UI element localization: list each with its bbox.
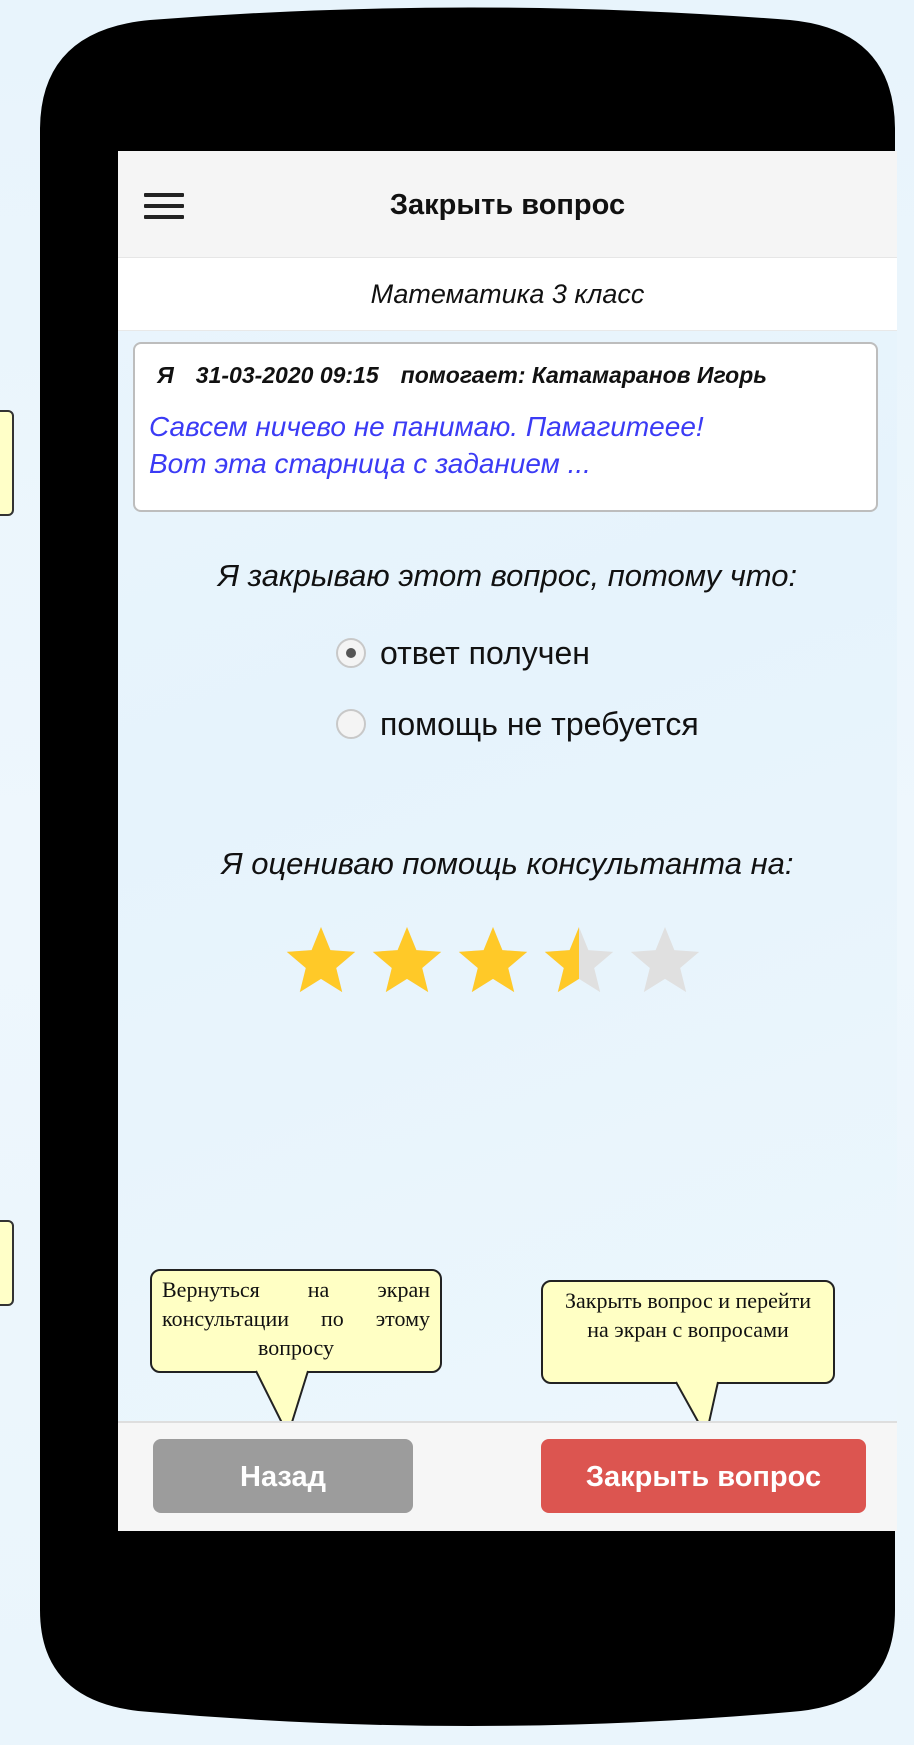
- radio-option-help-not-needed[interactable]: помощь не требуется: [336, 704, 699, 744]
- question-helper: помогает: Катамаранов Игорь: [400, 362, 767, 388]
- annotation-back-text: Вернуться на экран консультации по этому…: [150, 1269, 442, 1373]
- close-question-button[interactable]: Закрыть вопрос: [541, 1439, 866, 1513]
- annotation-fragment-top: [0, 410, 14, 516]
- annotation-fragment-bottom: [0, 1220, 14, 1306]
- question-text: Савсем ничево не панимаю. Памагитеее! Во…: [149, 408, 869, 482]
- question-text-line: Савсем ничево не панимаю. Памагитеее!: [149, 411, 704, 442]
- back-button[interactable]: Назад: [153, 1439, 413, 1513]
- close-reason-label: Я закрываю этот вопрос, потому что:: [217, 558, 798, 593]
- radio-button[interactable]: [336, 709, 366, 739]
- radio-option-answer-received[interactable]: ответ получен: [336, 633, 590, 673]
- app-bar: Закрыть вопрос: [118, 151, 897, 258]
- phone-mockup: Закрыть вопрос Математика 3 класс Я 31-03…: [40, 0, 897, 1740]
- rating-label: Я оцениваю помощь консультанта на:: [221, 846, 794, 881]
- star-icon[interactable]: [367, 923, 447, 1003]
- app-screen: Закрыть вопрос Математика 3 класс Я 31-03…: [118, 151, 897, 1531]
- question-datetime: 31-03-2020 09:15: [195, 362, 379, 388]
- star-icon[interactable]: [539, 923, 619, 1003]
- radio-label: ответ получен: [380, 634, 590, 671]
- page-title: Закрыть вопрос: [389, 189, 626, 221]
- star-icon[interactable]: [625, 923, 705, 1003]
- star-icon[interactable]: [453, 923, 533, 1003]
- annotation-close-text: Закрыть вопрос и перейти на экран с вопр…: [541, 1280, 835, 1384]
- question-author: Я: [157, 362, 174, 388]
- question-meta: Я 31-03-2020 09:15 помогает: Катамаранов И…: [157, 362, 767, 389]
- question-card: Я 31-03-2020 09:15 помогает: Катамаранов И…: [133, 342, 878, 512]
- subject-header: Математика 3 класс: [118, 258, 897, 331]
- bottom-action-bar: Назад Закрыть вопрос: [118, 1421, 897, 1531]
- question-text-line: Вот эта старница с заданием ...: [149, 448, 591, 479]
- radio-button-selected[interactable]: [336, 638, 366, 668]
- radio-label: помощь не требуется: [380, 705, 699, 742]
- star-icon[interactable]: [281, 923, 361, 1003]
